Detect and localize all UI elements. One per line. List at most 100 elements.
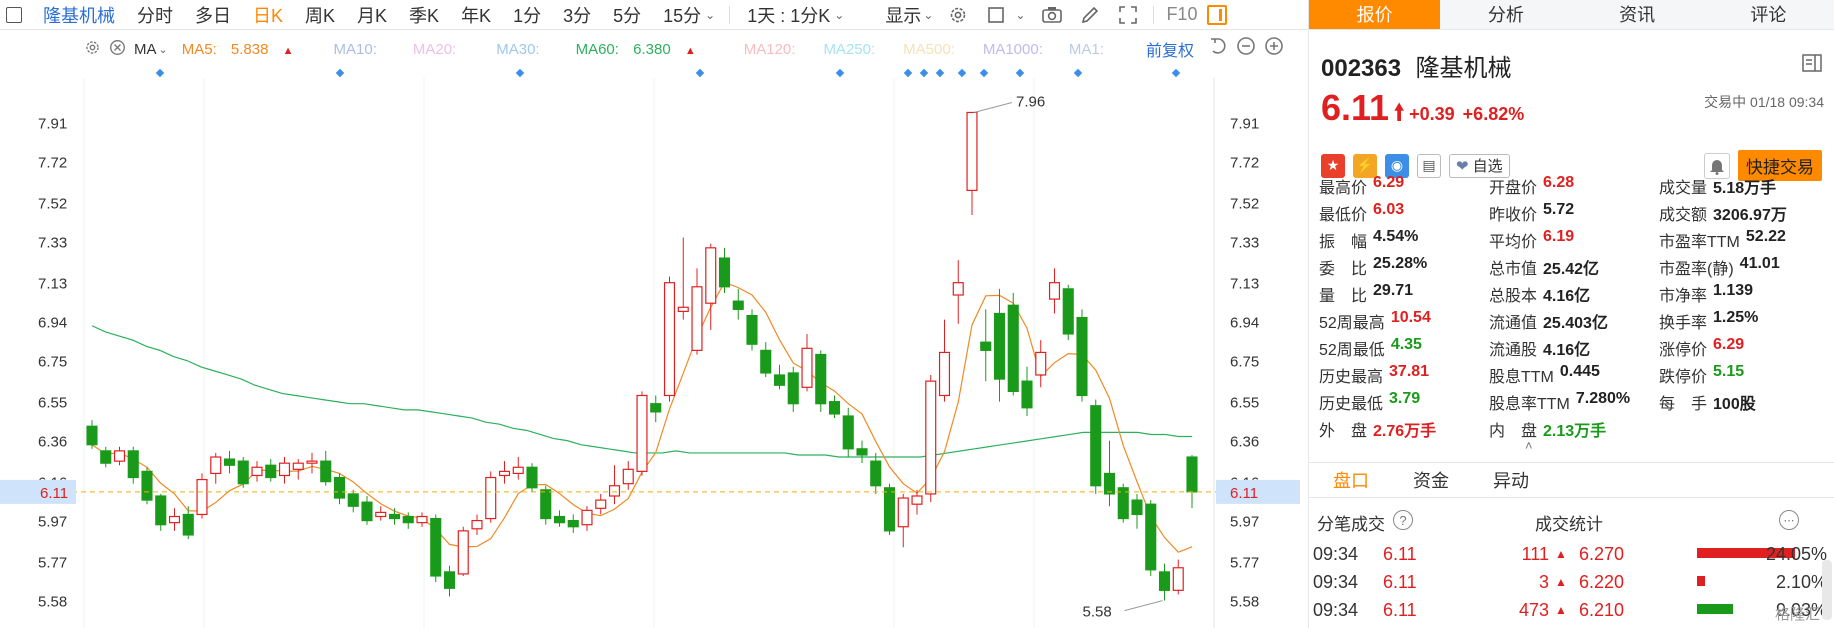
y-tick-label-right: 5.58 bbox=[1230, 594, 1259, 611]
candle-body bbox=[526, 466, 538, 489]
candle-body bbox=[1062, 288, 1074, 335]
period-1min[interactable]: 1分 bbox=[502, 2, 552, 28]
y-tick-label-left: 5.97 bbox=[38, 514, 67, 531]
candle-body bbox=[361, 501, 373, 522]
last-price: 6.11 bbox=[1321, 87, 1390, 128]
ma-close-icon[interactable] bbox=[109, 39, 126, 60]
candle-body bbox=[1186, 456, 1198, 493]
collapse-panel-icon[interactable] bbox=[1802, 54, 1822, 77]
stat-cell: 流通值 25.403亿 bbox=[1489, 309, 1659, 333]
display-menu[interactable]: 显示 bbox=[874, 2, 923, 28]
stat-value: 3206.97万 bbox=[1713, 206, 1787, 224]
period-3min[interactable]: 3分 bbox=[552, 2, 602, 28]
stat-label: 委 比 bbox=[1319, 260, 1368, 278]
stat-label: 流通值 bbox=[1489, 314, 1538, 332]
ma10-label: MA10: bbox=[333, 40, 377, 58]
zoom-in-icon[interactable] bbox=[1264, 36, 1284, 61]
square-style-icon[interactable] bbox=[985, 4, 1007, 26]
period-5min[interactable]: 5分 bbox=[602, 2, 652, 28]
ma-settings-gear-icon[interactable] bbox=[84, 39, 101, 60]
trade-stats-title: 成交统计 bbox=[1535, 515, 1603, 534]
candle-body bbox=[320, 460, 332, 483]
period-rik[interactable]: 日K bbox=[242, 2, 294, 28]
candle-body bbox=[127, 450, 139, 479]
stat-cell: 跌停价 5.15 bbox=[1659, 363, 1829, 387]
zoom-out-icon[interactable] bbox=[1236, 36, 1256, 61]
candle-body bbox=[691, 286, 703, 351]
help-icon[interactable]: ? bbox=[1393, 510, 1413, 530]
ma1-label: MA1: bbox=[1068, 40, 1104, 58]
stat-label: 开盘价 bbox=[1489, 179, 1538, 197]
price-change-pct: +6.82% bbox=[1462, 104, 1525, 124]
watermark: 格隆汇 bbox=[1774, 606, 1820, 623]
stat-value: 5.18万手 bbox=[1713, 179, 1777, 197]
fullscreen-icon[interactable] bbox=[1117, 4, 1139, 26]
camera-icon[interactable] bbox=[1041, 4, 1063, 26]
period-yuek[interactable]: 月K bbox=[346, 2, 398, 28]
f10-button[interactable]: F10 bbox=[1160, 4, 1203, 25]
stat-cell: 成交量 5.18万手 bbox=[1659, 174, 1829, 198]
period-15min[interactable]: 15分 bbox=[652, 2, 705, 28]
stat-value: 6.29 bbox=[1373, 173, 1405, 191]
ma-chevron-down-icon[interactable]: ⌄ bbox=[159, 43, 168, 56]
tick-row: 09:34 6.11 111 ▲ 6.270 24.05% bbox=[1313, 540, 1833, 568]
period-niank[interactable]: 年K bbox=[450, 2, 502, 28]
y-tick-label-right: 6.75 bbox=[1230, 354, 1259, 371]
stats-row: 量 比 29.71 总股本 4.16亿 市净率 1.139 bbox=[1319, 280, 1829, 307]
stat-label: 换手率 bbox=[1659, 314, 1708, 332]
display-chevron-down-icon[interactable]: ⌄ bbox=[923, 8, 933, 22]
stats-row: 外 盘 2.76万手 内 盘 2.13万手 bbox=[1319, 415, 1829, 442]
candle-body bbox=[86, 425, 98, 446]
candle-body bbox=[251, 466, 263, 477]
stat-cell: 量 比 29.71 bbox=[1319, 282, 1489, 306]
collapse-up-chevron-icon[interactable]: ˄ bbox=[1525, 438, 1533, 453]
tab-analysis[interactable]: 分析 bbox=[1440, 0, 1571, 29]
period-more-chevron-icon[interactable]: ⌄ bbox=[705, 8, 715, 22]
settings-gear-icon[interactable] bbox=[947, 4, 969, 26]
period-jik[interactable]: 季K bbox=[398, 2, 450, 28]
stats-row: 历史最低 3.79 股息率TTM 7.280% 每 手 100股 bbox=[1319, 388, 1829, 415]
tab-anomaly[interactable]: 异动 bbox=[1493, 467, 1529, 493]
stat-label: 历史最高 bbox=[1319, 368, 1384, 386]
kline-chart[interactable]: 7.91 7.91 7.72 7.72 7.52 7.52 7.33 7.33 7.13 7.13… bbox=[0, 64, 1308, 628]
adjust-mode-button[interactable]: 前复权 bbox=[1146, 37, 1194, 61]
undo-icon[interactable] bbox=[1208, 36, 1228, 61]
combo-chevron-down-icon[interactable]: ⌄ bbox=[834, 8, 844, 22]
candle-body bbox=[375, 511, 387, 518]
tab-quote[interactable]: 报价 bbox=[1309, 0, 1441, 29]
pencil-draw-icon[interactable] bbox=[1079, 4, 1101, 26]
stat-cell: 成交额 3206.97万 bbox=[1659, 201, 1829, 225]
tab-capital[interactable]: 资金 bbox=[1413, 467, 1449, 493]
panel-toggle-icon[interactable] bbox=[1207, 4, 1228, 25]
layout-toggle-icon[interactable] bbox=[6, 6, 22, 23]
ma30-label: MA30: bbox=[496, 40, 540, 58]
tab-comments[interactable]: 评论 bbox=[1703, 0, 1834, 29]
candle-body bbox=[1145, 503, 1157, 571]
stat-cell: 内 盘 2.13万手 bbox=[1489, 417, 1659, 441]
stat-label: 量 比 bbox=[1319, 287, 1368, 305]
period-fenshi[interactable]: 分时 bbox=[126, 2, 184, 28]
candle-body bbox=[498, 470, 511, 477]
candle-body bbox=[430, 517, 442, 577]
stat-value: 10.54 bbox=[1390, 308, 1431, 326]
toolbar-divider bbox=[729, 5, 731, 24]
tab-news[interactable]: 资讯 bbox=[1572, 0, 1703, 29]
ticks-scrollbar[interactable] bbox=[1822, 560, 1832, 620]
ma-indicator-select[interactable]: MA bbox=[134, 41, 157, 58]
stat-value: 41.01 bbox=[1739, 254, 1780, 272]
event-marker-icon bbox=[919, 68, 929, 78]
candle-body bbox=[100, 450, 112, 464]
event-marker-icon bbox=[903, 68, 913, 78]
more-options-icon[interactable]: ⋯ bbox=[1779, 510, 1799, 530]
minute-combo-select[interactable]: 1天 : 1分K bbox=[736, 2, 834, 28]
period-duori[interactable]: 多日 bbox=[184, 2, 242, 28]
stock-name-link[interactable]: 隆基机械 bbox=[32, 2, 126, 28]
style-chevron-down-icon[interactable]: ⌄ bbox=[1015, 8, 1025, 22]
y-tick-label-left: 6.75 bbox=[38, 354, 67, 371]
period-zhouk[interactable]: 周K bbox=[294, 2, 346, 28]
candle-body bbox=[333, 476, 346, 499]
chart-controls: 前复权 bbox=[1146, 36, 1284, 61]
candle-body bbox=[540, 489, 552, 520]
y-tick-label-left: 6.94 bbox=[38, 315, 67, 332]
tab-orderbook[interactable]: 盘口 bbox=[1333, 467, 1369, 493]
